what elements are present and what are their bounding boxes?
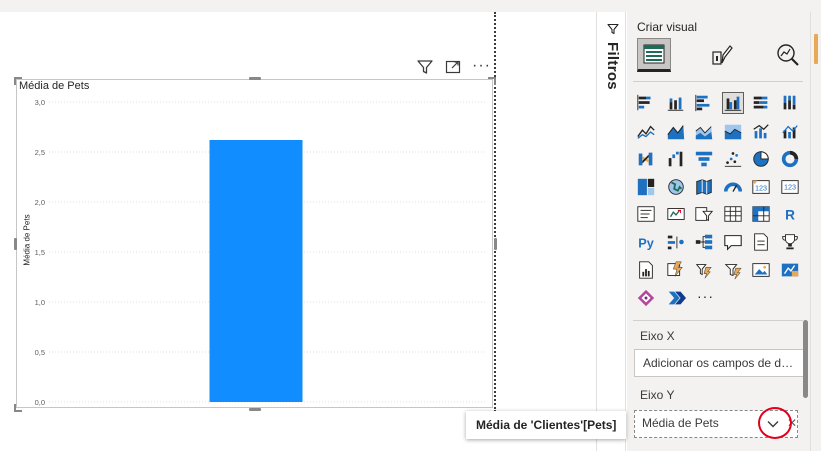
y-axis-field-name: Média de Pets	[642, 416, 719, 430]
more-options-icon[interactable]: ···	[472, 58, 491, 74]
area-chart-icon[interactable]	[665, 121, 687, 143]
field-tooltip: Média de 'Clientes'[Pets]	[466, 411, 627, 439]
kpi-icon[interactable]	[635, 203, 657, 225]
matrix-icon[interactable]	[750, 203, 772, 225]
resize-handle[interactable]	[14, 77, 16, 85]
gauge-icon[interactable]	[722, 176, 744, 198]
more-visuals-icon[interactable]: ···	[697, 288, 714, 304]
stacked-bar-chart-icon[interactable]	[635, 92, 657, 114]
clustered-column-chart-icon[interactable]	[722, 92, 744, 114]
power-automate-flow-icon[interactable]	[665, 287, 687, 309]
divider	[633, 81, 803, 82]
y-tick-label: 2,0	[35, 198, 45, 207]
line-clustered-column-chart-icon[interactable]	[750, 121, 772, 143]
data-pane-edge[interactable]	[810, 12, 821, 451]
r-script-visual-icon[interactable]: R	[779, 203, 801, 225]
qna-icon[interactable]	[722, 231, 744, 253]
custom-visual-icon[interactable]	[779, 259, 801, 281]
map-icon[interactable]	[665, 176, 687, 198]
donut-chart-icon[interactable]	[779, 148, 801, 170]
power-automate-icon[interactable]	[693, 259, 715, 281]
tab-analytics[interactable]	[771, 38, 805, 72]
page-boundary	[494, 12, 496, 412]
svg-text:Py: Py	[638, 235, 654, 250]
y-tick-label: 2,5	[35, 148, 45, 157]
x-axis-drop-zone[interactable]: Adicionar os campos de da...	[634, 349, 804, 377]
stacked-area-chart-icon[interactable]	[693, 121, 715, 143]
powerbi-report-editor: ··· Média de Pets Média de Pets 0,0 0,5 1,…	[0, 0, 821, 451]
slicer-icon[interactable]	[665, 203, 687, 225]
y-tick-label: 0,5	[35, 348, 45, 357]
filters-pane-collapsed[interactable]: Filtros	[596, 12, 626, 451]
resize-handle[interactable]	[249, 408, 261, 411]
y-tick-label: 0,0	[35, 398, 45, 407]
card-icon[interactable]: 123	[750, 176, 772, 198]
power-apps-icon[interactable]	[665, 259, 687, 281]
build-tabs	[633, 38, 803, 76]
scatter-chart-icon[interactable]	[722, 148, 744, 170]
resize-handle[interactable]	[14, 410, 22, 412]
arcgis-map-icon[interactable]	[722, 259, 744, 281]
viz-pane-scrollbar[interactable]	[803, 320, 808, 398]
filled-map-icon[interactable]	[693, 176, 715, 198]
power-apps-diamond-icon[interactable]	[635, 287, 657, 309]
decomposition-tree-icon[interactable]	[693, 231, 715, 253]
resize-handle[interactable]	[494, 77, 496, 85]
bar[interactable]	[209, 140, 303, 402]
ribbon-edge	[0, 0, 821, 12]
treemap-icon[interactable]	[635, 176, 657, 198]
pie-chart-icon[interactable]	[750, 148, 772, 170]
filter-funnel-icon	[607, 22, 619, 35]
analytics-magnifier-icon	[777, 44, 799, 66]
100-stacked-bar-chart-icon[interactable]	[750, 92, 772, 114]
resize-handle[interactable]	[14, 238, 17, 250]
highlight-annotation-circle	[758, 407, 792, 439]
paginated-report-icon[interactable]	[635, 259, 657, 281]
filter-icon[interactable]	[416, 58, 436, 78]
y-tick-label: 3,0	[35, 98, 45, 107]
100-stacked-column-chart-icon[interactable]	[779, 92, 801, 114]
tab-build-visual[interactable]	[637, 38, 671, 72]
python-visual-icon[interactable]: Py	[635, 231, 657, 253]
svg-text:R: R	[785, 207, 795, 222]
resize-handle[interactable]	[494, 238, 497, 250]
image-icon[interactable]	[750, 259, 772, 281]
clustered-bar-chart-icon[interactable]	[693, 92, 715, 114]
filters-label[interactable]: Filtros	[601, 42, 623, 102]
bar-chart-visual[interactable]: Média de Pets Média de Pets 0,0 0,5 1,0 1,5…	[14, 77, 497, 412]
table-filter-icon[interactable]	[693, 203, 715, 225]
y-tick-label: 1,0	[35, 298, 45, 307]
waterfall-chart-icon[interactable]	[665, 148, 687, 170]
format-brush-icon	[712, 45, 733, 65]
tab-format-visual[interactable]	[705, 38, 739, 72]
build-visual-icon	[643, 44, 665, 64]
y-tick-label: 1,5	[35, 248, 45, 257]
x-axis-well-label: Eixo X	[640, 329, 675, 343]
focus-mode-icon[interactable]	[444, 58, 464, 78]
ribbon-chart-icon[interactable]	[635, 148, 657, 170]
funnel-chart-icon[interactable]	[693, 148, 715, 170]
goals-icon[interactable]	[779, 231, 801, 253]
svg-text:123: 123	[755, 184, 767, 193]
visualizations-pane: Criar visual 123 123 R Py ··· Eixo X Adi…	[627, 12, 810, 451]
pane-tab-marker	[814, 34, 818, 64]
table-icon[interactable]	[722, 203, 744, 225]
viz-pane-title: Criar visual	[637, 20, 698, 34]
multi-row-card-icon[interactable]: 123	[779, 176, 801, 198]
smart-narrative-icon[interactable]	[750, 231, 772, 253]
svg-text:123: 123	[784, 183, 796, 192]
resize-handle[interactable]	[249, 77, 261, 80]
chart-plot: 0,0 0,5 1,0 1,5 2,0 2,5 3,0	[35, 98, 487, 407]
line-stacked-column-chart-icon[interactable]	[779, 121, 801, 143]
y-axis-well-label: Eixo Y	[640, 388, 675, 402]
divider	[633, 320, 803, 321]
key-influencers-icon[interactable]	[665, 231, 687, 253]
stacked-column-chart-icon[interactable]	[665, 92, 687, 114]
line-chart-icon[interactable]	[635, 121, 657, 143]
100-stacked-area-chart-icon[interactable]	[722, 121, 744, 143]
